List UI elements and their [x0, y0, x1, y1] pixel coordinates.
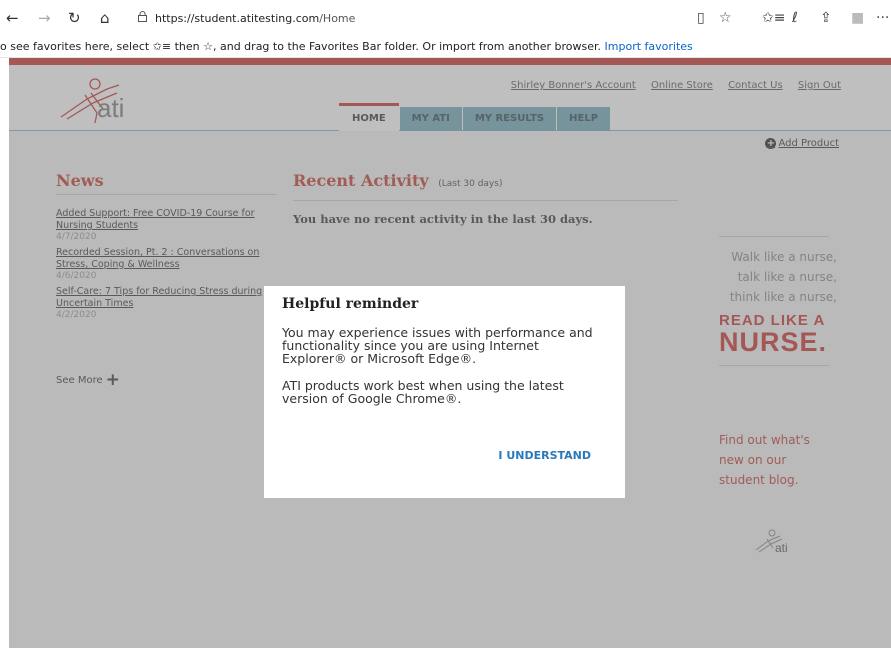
dialog-title: Helpful reminder — [282, 296, 419, 312]
pen-icon[interactable]: ℓ — [792, 8, 798, 28]
import-favorites-link[interactable]: Import favorites — [605, 40, 693, 53]
web-page: ati Shirley Bonner's Account Online Stor… — [9, 58, 891, 648]
browser-toolbar: ← → ↻ ⌂ https://student.atitesting.com/H… — [0, 0, 891, 36]
favorites-bar: o see favorites here, select ✩≡ then ☆, … — [0, 36, 891, 58]
dialog-message: ATI products work best when using the la… — [282, 378, 564, 406]
reading-view-icon[interactable]: ▯ — [697, 8, 705, 28]
refresh-icon[interactable]: ↻ — [68, 8, 81, 28]
add-favorite-icon[interactable]: ☆ — [719, 8, 732, 28]
lock-icon — [138, 11, 147, 25]
i-understand-button[interactable]: I UNDERSTAND — [498, 449, 591, 462]
share-icon[interactable]: ⇪ — [820, 8, 832, 28]
address-bar[interactable]: https://student.atitesting.com/Home — [130, 6, 738, 30]
url-text: https://student.atitesting.com/Home — [155, 11, 356, 25]
favorites-hub-icon[interactable]: ✩≡ — [762, 8, 785, 28]
dialog-message: You may experience issues with performan… — [282, 325, 593, 366]
favorites-bar-text: o see favorites here, select ✩≡ then ☆, … — [0, 40, 602, 53]
forward-icon[interactable]: → — [38, 8, 51, 28]
home-icon[interactable]: ⌂ — [100, 8, 110, 28]
helpful-reminder-dialog: Helpful reminder You may experience issu… — [264, 286, 625, 498]
more-icon[interactable]: ··· — [876, 8, 889, 28]
profile-icon[interactable]: ■ — [851, 8, 864, 28]
back-icon[interactable]: ← — [6, 8, 19, 28]
